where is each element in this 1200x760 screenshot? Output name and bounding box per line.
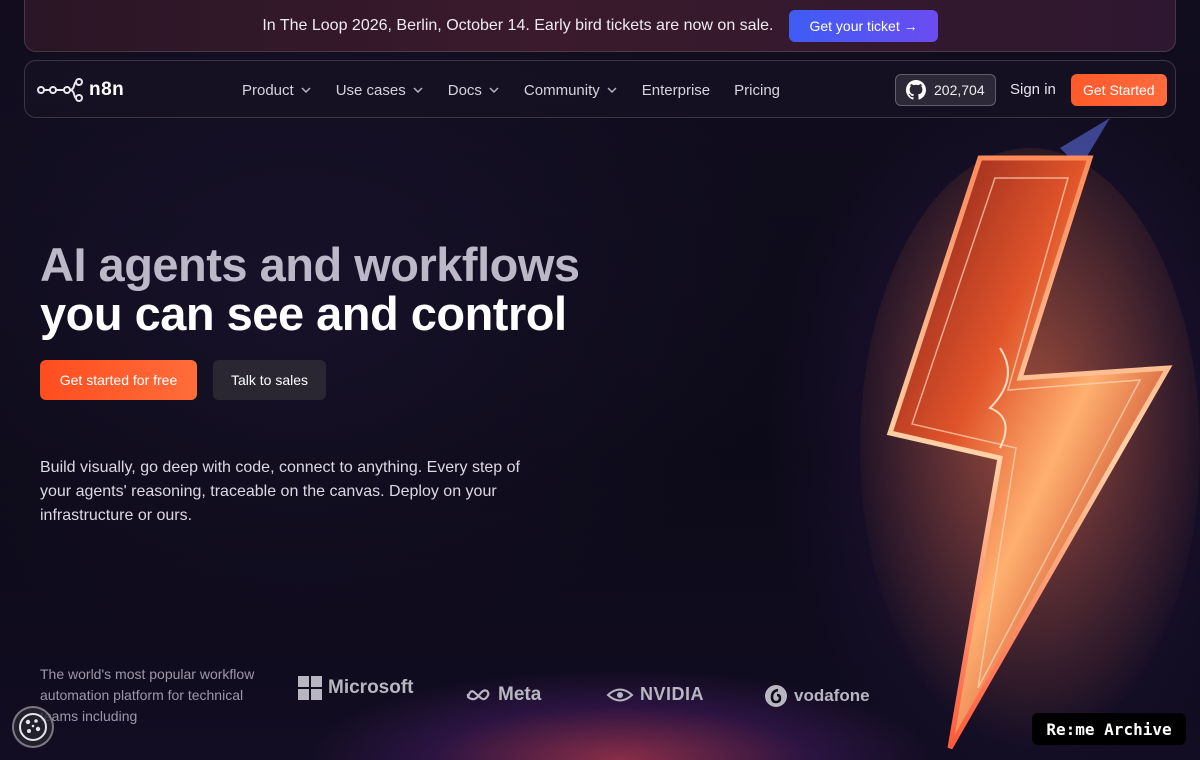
- meta-logo: Meta: [466, 684, 541, 706]
- cookie-settings-button[interactable]: [12, 706, 54, 748]
- nav-item-label: Use cases: [335, 81, 406, 99]
- logo-text: n8n: [89, 79, 125, 100]
- microsoft-logo: Microsoft: [298, 676, 414, 700]
- vodafone-wordmark: vodafone: [794, 686, 870, 705]
- cookie-icon: [19, 713, 47, 741]
- vodafone-quote-icon: [765, 685, 787, 707]
- nav-item-label: Community: [523, 81, 600, 99]
- archive-badge: Re:me Archive: [1032, 713, 1186, 745]
- hero-title-line2: you can see and control: [40, 287, 567, 340]
- chevron-down-icon: [413, 87, 423, 93]
- chevron-down-icon: [607, 87, 617, 93]
- nav-item-label: Enterprise: [641, 81, 711, 99]
- banner-text: In The Loop 2026, Berlin, October 14. Ea…: [262, 16, 774, 34]
- talk-to-sales-button[interactable]: Talk to sales: [213, 360, 326, 400]
- announcement-banner: In The Loop 2026, Berlin, October 14. Ea…: [24, 0, 1176, 52]
- get-ticket-button[interactable]: Get your ticket →: [789, 9, 938, 42]
- microsoft-wordmark: Microsoft: [328, 677, 414, 698]
- github-stars-count: 202,704: [934, 82, 985, 98]
- hero-title-line1: AI agents and workflows: [40, 238, 580, 291]
- nav-menu: Product Use cases Docs Community Enterpr…: [242, 61, 780, 119]
- nav-item-label: Product: [242, 81, 294, 99]
- microsoft-icon: [298, 676, 322, 700]
- nvidia-logo: NVIDIA: [606, 684, 704, 705]
- main-navbar: n8n Product Use cases Docs Community Ent…: [24, 60, 1176, 118]
- github-icon: [906, 80, 926, 100]
- chevron-down-icon: [489, 87, 499, 93]
- get-started-button[interactable]: Get Started: [1071, 74, 1167, 106]
- meta-wordmark: Meta: [498, 684, 542, 705]
- nav-item-community[interactable]: Community: [524, 82, 618, 99]
- nav-item-label: Pricing: [734, 81, 781, 99]
- chevron-down-icon: [301, 87, 311, 93]
- nvidia-eye-icon: [606, 688, 634, 701]
- trust-text: The world's most popular workflow automa…: [40, 666, 255, 724]
- nav-item-enterprise[interactable]: Enterprise: [642, 82, 710, 99]
- nav-item-use-cases[interactable]: Use cases: [336, 82, 424, 99]
- nav-item-docs[interactable]: Docs: [448, 82, 500, 99]
- meta-infinity-icon: [466, 689, 490, 701]
- nav-item-product[interactable]: Product: [242, 82, 312, 99]
- vodafone-logo: vodafone: [764, 684, 870, 708]
- hero-title: AI agents and workflows you can see and …: [40, 240, 580, 338]
- nav-item-pricing[interactable]: Pricing: [734, 82, 780, 99]
- hero-description: Build visually, go deep with code, conne…: [40, 459, 520, 524]
- lightning-bolt-illustration: [860, 118, 1200, 750]
- n8n-logo-icon: [37, 78, 83, 102]
- nav-item-label: Docs: [447, 81, 482, 99]
- sign-in-link[interactable]: Sign in: [1010, 81, 1056, 98]
- github-stars-button[interactable]: 202,704: [895, 74, 996, 106]
- n8n-logo[interactable]: n8n: [37, 77, 124, 103]
- nvidia-wordmark: NVIDIA: [640, 684, 705, 704]
- get-started-free-button[interactable]: Get started for free: [40, 360, 197, 400]
